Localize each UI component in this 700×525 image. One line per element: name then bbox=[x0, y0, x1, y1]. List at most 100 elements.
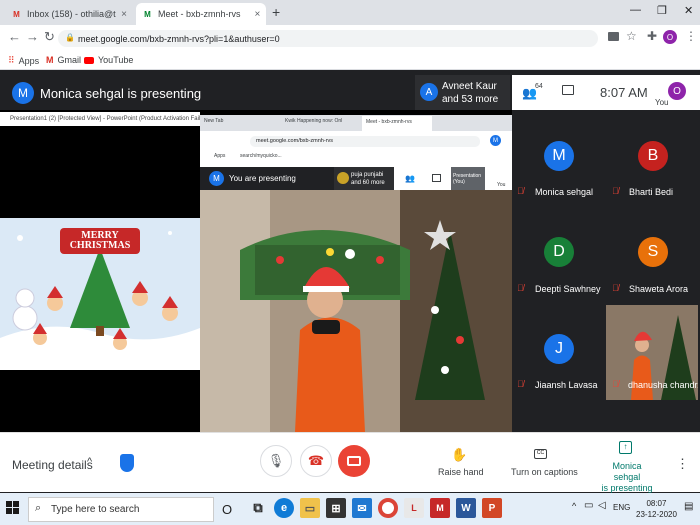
presenting-status-button[interactable]: Monica sehgal is presenting bbox=[601, 461, 653, 494]
more-options-icon[interactable]: ⋮ bbox=[676, 456, 689, 472]
participant-name: Bharti Bedi bbox=[629, 187, 674, 197]
powerpoint-icon[interactable]: P bbox=[482, 498, 502, 518]
inner-others-line1: puja punjabi bbox=[351, 172, 384, 178]
others-line2: and 53 more bbox=[442, 94, 499, 105]
presenting-text: Monica sehgal is presenting bbox=[40, 86, 202, 101]
tray-chevron-icon[interactable]: ^ bbox=[572, 501, 576, 511]
chat-icon[interactable] bbox=[562, 85, 574, 95]
bookmark-apps[interactable]: ⠿ Apps bbox=[8, 55, 39, 66]
microphone-button[interactable]: 🎙 bbox=[260, 445, 292, 477]
self-avatar[interactable]: O bbox=[668, 82, 686, 100]
mic-icon: 🎙 bbox=[267, 453, 285, 468]
back-icon[interactable]: ← bbox=[8, 29, 21, 44]
tab-inbox[interactable]: M Inbox (158) - othilia@theindians × bbox=[5, 3, 133, 25]
star-icon[interactable]: ☆ bbox=[626, 29, 637, 43]
mic-off-icon: 🎙̸ bbox=[517, 186, 524, 196]
notifications-icon[interactable]: ▤ bbox=[684, 501, 693, 512]
app-l-icon[interactable]: L bbox=[404, 498, 424, 518]
captions-button[interactable]: Turn on captions bbox=[511, 467, 578, 477]
participant-name: Shaweta Arora bbox=[629, 284, 689, 294]
language-indicator[interactable]: ENG bbox=[613, 503, 630, 512]
shield-icon[interactable] bbox=[120, 454, 134, 472]
close-window-icon[interactable]: ✕ bbox=[684, 4, 693, 17]
inner-profile-avatar: M bbox=[490, 135, 501, 146]
mic-off-icon: 🎙̸ bbox=[612, 283, 619, 293]
others-avatar: A bbox=[420, 83, 438, 101]
raise-hand-button[interactable]: Raise hand bbox=[438, 467, 484, 477]
mic-off-icon: 🎙̸ bbox=[612, 186, 619, 196]
camera-button[interactable] bbox=[338, 445, 370, 477]
inner-presentation-tile: Presentation (You) bbox=[451, 167, 485, 191]
url-input[interactable]: 🔒 meet.google.com/bxb-zmnh-rvs?pli=1&aut… bbox=[58, 30, 598, 47]
search-icon: ⌕ bbox=[35, 502, 42, 514]
bookmark-gmail[interactable]: M Gmail bbox=[46, 55, 81, 65]
child-video-feed bbox=[200, 190, 512, 432]
participant-avatar: D bbox=[544, 237, 574, 267]
others-label: Avneet Kaur and 53 more bbox=[442, 80, 498, 106]
mic-off-icon: 🎙̸ bbox=[517, 283, 524, 293]
forward-icon[interactable]: → bbox=[26, 29, 39, 44]
meeting-details-button[interactable]: Meeting details bbox=[12, 458, 93, 472]
participant-avatar: B bbox=[638, 141, 668, 171]
file-explorer-icon[interactable]: ▭ bbox=[300, 498, 320, 518]
profile-avatar[interactable]: O bbox=[663, 30, 677, 44]
inner-tab-meet: Meet - bxb-zmnh-rvs bbox=[362, 116, 432, 131]
bookmark-youtube[interactable]: YouTube bbox=[84, 55, 133, 65]
extensions-icon[interactable]: ✚ bbox=[647, 29, 657, 43]
task-view-button-icon[interactable]: ⧉ bbox=[248, 498, 268, 518]
inner-tab-newtab: New Tab bbox=[204, 118, 224, 124]
chrome-icon[interactable] bbox=[378, 498, 398, 518]
inner-others: puja punjabi and 60 more bbox=[351, 171, 385, 187]
new-tab-button[interactable]: + bbox=[272, 4, 280, 20]
restore-icon[interactable]: ❐ bbox=[657, 4, 667, 17]
menu-icon[interactable]: ⋮ bbox=[685, 29, 697, 43]
inner-chat-icon bbox=[432, 174, 441, 182]
reload-icon[interactable]: ↻ bbox=[44, 29, 55, 45]
inner-tile-sub: (You) bbox=[453, 179, 465, 185]
minimize-icon[interactable]: — bbox=[630, 4, 641, 16]
powerpoint-titlebar: Presentation1 (2) [Protected View] - Pow… bbox=[0, 112, 200, 126]
inner-apps: Apps bbox=[214, 153, 226, 159]
bookmark-label: Apps bbox=[18, 55, 40, 66]
task-view-icon[interactable]: O bbox=[222, 502, 232, 517]
mic-off-icon: 🎙̸ bbox=[517, 379, 524, 389]
network-icon[interactable]: ▭ bbox=[584, 500, 593, 511]
mcafee-icon[interactable]: M bbox=[430, 498, 450, 518]
mail-icon[interactable]: ✉ bbox=[352, 498, 372, 518]
tab-meet[interactable]: M Meet - bxb-zmnh-rvs × bbox=[136, 3, 266, 25]
participant-avatar: M bbox=[544, 141, 574, 171]
gmail-icon: M bbox=[46, 55, 54, 65]
youtube-icon bbox=[84, 56, 94, 64]
close-tab-icon[interactable]: × bbox=[121, 9, 127, 20]
inner-others-line2: and 60 more bbox=[351, 180, 385, 186]
inner-presenter-avatar: M bbox=[209, 171, 224, 186]
edge-icon[interactable]: e bbox=[274, 498, 294, 518]
leave-call-button[interactable]: ☎ bbox=[300, 445, 332, 477]
inner-search: search/myquicko... bbox=[240, 153, 282, 159]
url-text: meet.google.com/bxb-zmnh-rvs?pli=1&authu… bbox=[78, 33, 280, 44]
taskbar-search[interactable]: ⌕ Type here to search bbox=[28, 497, 214, 522]
volume-icon[interactable]: ◁ bbox=[598, 500, 606, 511]
video-frame bbox=[200, 190, 512, 432]
taskbar-date: 23-12-2020 bbox=[636, 510, 677, 519]
present-icon[interactable]: ↑ bbox=[619, 441, 632, 454]
tab-label: Inbox (158) - othilia@theindians bbox=[27, 9, 116, 19]
camera-indicator-icon[interactable] bbox=[608, 32, 619, 41]
slide-title: MERRY CHRISTMAS bbox=[69, 230, 131, 251]
participant-count: 64 bbox=[535, 83, 543, 90]
meet-icon: M bbox=[144, 9, 151, 19]
participant-avatar: S bbox=[638, 237, 668, 267]
presenter-avatar: M bbox=[12, 82, 34, 104]
taskbar-clock[interactable]: 08:07 23-12-2020 bbox=[636, 498, 677, 520]
camera-off-icon bbox=[347, 456, 361, 466]
participant-name: Deepti Sawhney bbox=[535, 284, 601, 294]
inner-others-avatar bbox=[337, 172, 349, 184]
captions-icon[interactable]: CC bbox=[534, 449, 547, 459]
word-icon[interactable]: W bbox=[456, 498, 476, 518]
inner-tab-kwik: Kwik Happening now: Onl bbox=[285, 118, 343, 124]
windows-start-icon[interactable] bbox=[6, 501, 19, 514]
store-icon[interactable]: ⊞ bbox=[326, 498, 346, 518]
close-tab-icon[interactable]: × bbox=[255, 9, 261, 20]
chevron-up-icon[interactable]: ^ bbox=[87, 456, 92, 468]
hand-icon[interactable]: ✋ bbox=[451, 447, 467, 463]
